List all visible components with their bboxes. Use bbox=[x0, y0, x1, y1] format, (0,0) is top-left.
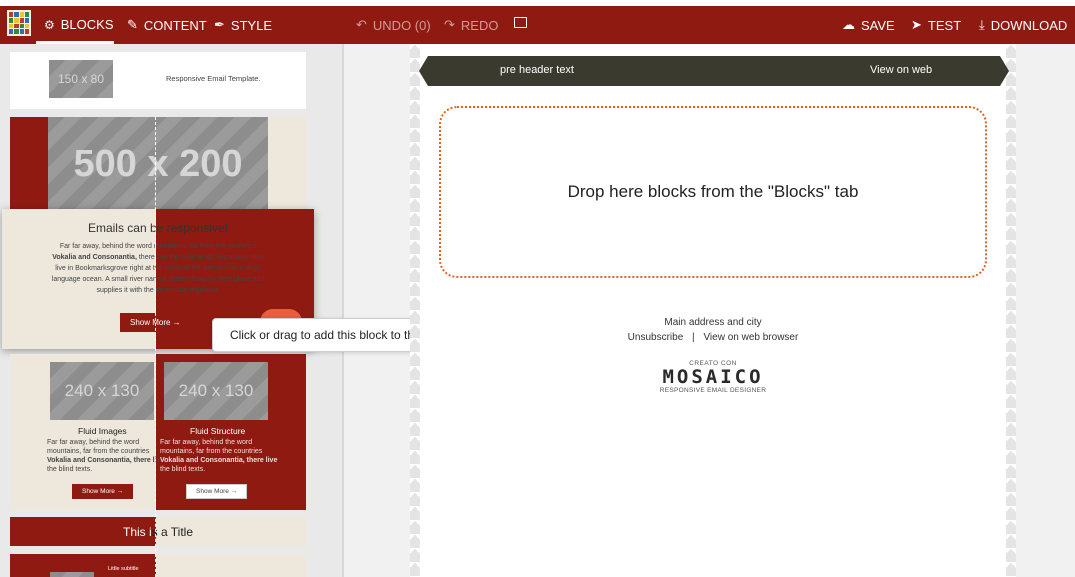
body-line: live in Bookmarksgrove right at the coas… bbox=[55, 265, 261, 272]
tab-style-label: STYLE bbox=[230, 17, 273, 33]
undo-icon: ↶ bbox=[356, 17, 367, 32]
text-line: Vokalia and Consonantia, there live bbox=[47, 457, 165, 464]
body-line: Far far away, behind the word mountains,… bbox=[59, 243, 257, 250]
credit-bottom-text: RESPONSIVE EMAIL DESIGNER bbox=[659, 387, 767, 394]
show-more-button: Show More → bbox=[72, 484, 134, 499]
blocks-icon: ⚙ bbox=[44, 17, 55, 32]
text-line: the blind texts. bbox=[47, 466, 93, 473]
tab-content[interactable]: ✎ CONTENT bbox=[127, 17, 207, 33]
send-icon: ➤ bbox=[911, 17, 922, 32]
show-more-button: Show More → bbox=[186, 484, 248, 499]
title-part: This i bbox=[122, 525, 152, 539]
unsubscribe-link[interactable]: Unsubscribe bbox=[628, 332, 684, 343]
window-top-strip bbox=[0, 0, 1075, 6]
mosaico-credit[interactable]: CREATO CON MOSAICO RESPONSIVE EMAIL DESI… bbox=[420, 360, 1006, 394]
ribbon-right-tip bbox=[1000, 56, 1009, 86]
tab-content-label: CONTENT bbox=[143, 17, 207, 33]
footer-links: Unsubscribe | View on web browser bbox=[420, 332, 1006, 343]
view-on-web-link[interactable]: View on web bbox=[870, 64, 932, 76]
fluid-images-title: Fluid Images bbox=[78, 426, 127, 436]
view-in-browser-link[interactable]: View on web browser bbox=[703, 332, 798, 343]
image-icon bbox=[514, 17, 527, 28]
fluid-structure-title: Fluid Structure bbox=[190, 426, 246, 436]
preheader-text[interactable]: pre header text bbox=[500, 64, 574, 76]
download-label: DOWNLOAD bbox=[990, 17, 1068, 33]
text-line: Vokalia and Consonantia, there live bbox=[160, 457, 278, 464]
tab-blocks-label: BLOCKS bbox=[60, 17, 114, 32]
body-line: supplies it with the necessary regeliali… bbox=[96, 287, 220, 294]
canvas-left-edge bbox=[410, 44, 420, 577]
placeholder-image: 150 x 80 bbox=[49, 60, 113, 98]
download-button[interactable]: ⤓ DOWNLOAD bbox=[979, 17, 1067, 33]
brush-icon: ✒ bbox=[214, 17, 225, 32]
title-block-text: This is a Title bbox=[10, 525, 306, 539]
test-button[interactable]: ➤ TEST bbox=[911, 17, 961, 33]
body-line: language ocean. A small river named Dude… bbox=[51, 276, 265, 283]
block-title: Emails can be responsive! bbox=[87, 221, 229, 235]
redo-icon: ↷ bbox=[444, 17, 455, 32]
cloud-upload-icon: ☁ bbox=[842, 17, 855, 32]
download-icon: ⤓ bbox=[979, 17, 985, 32]
redo-label: REDO bbox=[460, 17, 499, 33]
mosaico-logo: MOSAICO bbox=[662, 366, 764, 388]
image-gallery-button[interactable] bbox=[514, 17, 527, 28]
ribbon-left-tip bbox=[419, 56, 428, 86]
footer-separator: | bbox=[692, 332, 695, 343]
undo-label: UNDO (0) bbox=[372, 17, 431, 33]
canvas-right-edge bbox=[1006, 44, 1016, 577]
top-toolbar: ⚙ BLOCKS ✎ CONTENT ✒ STYLE ↶ UNDO (0) ↷ … bbox=[0, 0, 1075, 44]
fluid-images-text: Far far away, behind the word mountains,… bbox=[47, 438, 164, 474]
save-label: SAVE bbox=[861, 17, 895, 33]
hero-side-bar bbox=[10, 117, 48, 212]
blocks-panel: 150 x 80 Responsive Email Template. 500 … bbox=[0, 44, 344, 577]
placeholder-image bbox=[50, 572, 94, 577]
title-part: s a Title bbox=[151, 525, 194, 539]
placeholder-image: 500 x 200 bbox=[48, 117, 268, 212]
image-text-block[interactable]: Little subtitle bbox=[10, 554, 306, 577]
app-logo-icon bbox=[7, 10, 31, 36]
body-bold: Vokalia and Consonantia, bbox=[52, 254, 137, 261]
fluid-structure-text: Far far away, behind the word mountains,… bbox=[160, 438, 277, 474]
placeholder-image: 240 x 130 bbox=[164, 362, 268, 420]
text-line: the blind texts. bbox=[160, 466, 206, 473]
block-body: Far far away, behind the word mountains,… bbox=[2, 241, 314, 296]
hero-image-block[interactable]: 500 x 200 bbox=[10, 117, 306, 212]
placeholder-image: 240 x 130 bbox=[50, 362, 154, 420]
drop-zone[interactable]: Drop here blocks from the "Blocks" tab bbox=[439, 106, 987, 278]
text-line: Far far away, behind the word bbox=[47, 439, 140, 446]
redo-button[interactable]: ↷ REDO bbox=[444, 17, 498, 33]
logo-block[interactable]: 150 x 80 Responsive Email Template. bbox=[10, 52, 306, 109]
title-block[interactable]: This is a Title bbox=[10, 517, 306, 546]
subtitle-text: Little subtitle bbox=[108, 566, 139, 572]
text-line: mountains, far from the countries bbox=[47, 448, 150, 455]
footer-address: Main address and city bbox=[664, 317, 762, 328]
preheader-bar[interactable]: pre header text View on web bbox=[419, 56, 1009, 86]
text-line: Far far away, behind the word bbox=[160, 439, 253, 446]
drag-guide-line bbox=[155, 117, 156, 577]
tab-blocks[interactable]: ⚙ BLOCKS bbox=[44, 17, 114, 32]
pencil-icon: ✎ bbox=[127, 17, 138, 32]
test-label: TEST bbox=[927, 17, 962, 33]
panel-divider bbox=[342, 44, 344, 577]
two-column-block[interactable]: 240 x 130 240 x 130 Fluid Images Far far… bbox=[10, 354, 306, 510]
logo-block-text: Responsive Email Template. bbox=[166, 74, 261, 83]
save-button[interactable]: ☁ SAVE bbox=[842, 17, 895, 33]
drop-message: Drop here blocks from the "Blocks" tab bbox=[567, 182, 859, 201]
undo-button[interactable]: ↶ UNDO (0) bbox=[356, 17, 431, 33]
body-line: Vokalia and Consonantia, there live the … bbox=[2, 252, 314, 263]
text-line: mountains, far from the countries bbox=[160, 448, 263, 455]
tab-style[interactable]: ✒ STYLE bbox=[214, 17, 272, 33]
